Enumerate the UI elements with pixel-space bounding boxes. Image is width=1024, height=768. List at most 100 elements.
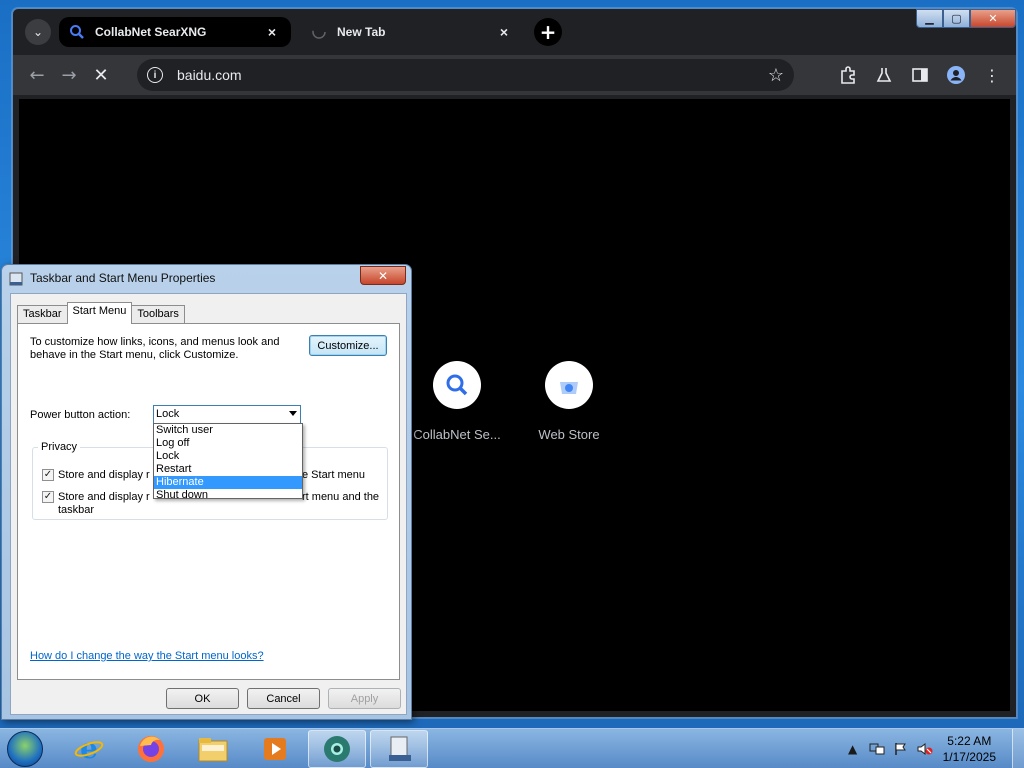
internet-explorer-icon: e xyxy=(74,734,104,764)
network-icon[interactable] xyxy=(867,741,887,757)
privacy-option-2-text-end: rt menu and the xyxy=(302,491,380,503)
forward-button[interactable]: → xyxy=(53,59,85,91)
close-icon: ✕ xyxy=(93,64,109,86)
start-menu-panel: To customize how links, icons, and menus… xyxy=(17,323,400,680)
loading-icon xyxy=(311,24,327,40)
stop-button[interactable]: ✕ xyxy=(85,59,117,91)
arrow-right-icon: → xyxy=(61,64,77,86)
kebab-menu-icon[interactable]: ⋮ xyxy=(976,59,1008,91)
arrow-left-icon: ← xyxy=(29,64,45,86)
star-icon[interactable]: ☆ xyxy=(768,65,784,86)
minimize-button[interactable]: ▁ xyxy=(916,9,943,28)
ok-button[interactable]: OK xyxy=(166,688,239,709)
tab-close-icon[interactable]: × xyxy=(495,24,513,40)
dialog-title: Taskbar and Start Menu Properties xyxy=(30,271,216,285)
tab-close-icon[interactable]: × xyxy=(263,24,281,40)
tab-start-menu[interactable]: Start Menu xyxy=(66,302,133,324)
toolbar-actions: ⋮ xyxy=(832,59,1008,91)
dropdown-arrow-icon[interactable] xyxy=(289,411,297,416)
option-switch-user[interactable]: Switch user xyxy=(154,424,302,437)
back-button[interactable]: ← xyxy=(21,59,53,91)
privacy-option-2-text-line-2: taskbar xyxy=(58,504,95,516)
clock-time: 5:22 AM xyxy=(947,734,992,748)
apply-button[interactable]: Apply xyxy=(328,688,401,709)
search-icon xyxy=(433,361,481,409)
url-text: baidu.com xyxy=(177,67,242,83)
desktop: ⌄ CollabNet SearXNG × New Tab × + ▁ ▢ ✕ … xyxy=(0,0,1024,728)
media-player-icon xyxy=(264,738,286,760)
tab-new-tab[interactable]: New Tab × xyxy=(301,17,523,47)
window-controls: ▁ ▢ ✕ xyxy=(916,9,1016,28)
extensions-icon[interactable] xyxy=(832,59,864,91)
firefox-icon xyxy=(138,736,164,762)
clock-date: 1/17/2025 xyxy=(942,750,996,764)
privacy-group-label: Privacy xyxy=(38,441,81,454)
option-restart[interactable]: Restart xyxy=(154,463,302,476)
shortcut-label: Web Store xyxy=(538,427,600,442)
tab-strip: ⌄ CollabNet SearXNG × New Tab × + ▁ ▢ ✕ xyxy=(13,9,1016,55)
start-button[interactable] xyxy=(4,729,46,768)
privacy-option-1-text: Store and display r xyxy=(58,469,150,481)
svg-text:e: e xyxy=(80,734,98,764)
web-store-icon xyxy=(545,361,593,409)
power-options-list: Switch user Log off Lock Restart Hiberna… xyxy=(153,423,303,502)
tab-taskbar[interactable]: Taskbar xyxy=(17,305,68,323)
chevron-down-icon: ⌄ xyxy=(32,25,44,39)
control-panel-icon xyxy=(389,736,411,761)
chrome-browser-icon xyxy=(324,736,350,762)
tab-toolbars[interactable]: Toolbars xyxy=(131,305,185,323)
close-button[interactable]: ✕ xyxy=(970,9,1016,28)
option-hibernate[interactable]: Hibernate xyxy=(154,476,302,489)
help-link[interactable]: How do I change the way the Start menu l… xyxy=(30,650,264,662)
option-shut-down[interactable]: Shut down xyxy=(154,489,302,502)
browser-toolbar: ← → ✕ i baidu.com ☆ ⋮ xyxy=(13,55,1016,95)
info-icon[interactable]: i xyxy=(147,67,163,83)
address-bar[interactable]: i baidu.com ☆ xyxy=(137,59,794,91)
privacy-checkbox-2[interactable]: ✓ xyxy=(42,491,54,503)
customize-button[interactable]: Customize... xyxy=(309,335,387,356)
privacy-checkbox-1[interactable]: ✓ xyxy=(42,469,54,481)
search-icon xyxy=(69,24,85,40)
new-tab-button[interactable]: + xyxy=(534,18,562,46)
shortcut-web-store[interactable]: Web Store xyxy=(519,361,619,442)
taskbar: e ▲ 5:22 AM 1/17/2025 xyxy=(0,728,1024,768)
tab-title: CollabNet SearXNG xyxy=(95,25,207,39)
privacy-option-1-text-end: e Start menu xyxy=(302,469,365,481)
taskbar-item-firefox[interactable] xyxy=(122,730,180,768)
tab-title: New Tab xyxy=(337,25,386,39)
selected-value: Lock xyxy=(156,408,180,420)
power-button-select[interactable]: Lock xyxy=(153,405,301,424)
profile-avatar-icon[interactable] xyxy=(940,59,972,91)
description-line-1: To customize how links, icons, and menus… xyxy=(30,336,280,348)
file-explorer-icon xyxy=(198,738,228,762)
dialog-tabs: Taskbar Start Menu Toolbars xyxy=(17,302,185,324)
option-lock[interactable]: Lock xyxy=(154,450,302,463)
privacy-option-2-text: Store and display r xyxy=(58,491,150,503)
tab-collabnet-searxng[interactable]: CollabNet SearXNG × xyxy=(59,17,291,47)
taskbar-item-ie[interactable]: e xyxy=(60,730,118,768)
taskbar-item-explorer[interactable] xyxy=(184,730,242,768)
clock[interactable]: 5:22 AM 1/17/2025 xyxy=(943,733,996,765)
action-center-flag-icon[interactable] xyxy=(891,741,911,757)
shortcut-collabnet[interactable]: CollabNet Se... xyxy=(407,361,507,442)
tray-expand-icon[interactable]: ▲ xyxy=(843,741,863,757)
volume-muted-icon[interactable] xyxy=(915,741,935,757)
show-desktop-button[interactable] xyxy=(1012,729,1024,768)
power-button-label: Power button action: xyxy=(30,409,131,421)
taskbar-properties-dialog: Taskbar and Start Menu Properties ✕ Task… xyxy=(1,264,412,720)
taskbar-item-chrome[interactable] xyxy=(308,730,366,768)
description-line-2: behave in the Start menu, click Customiz… xyxy=(30,349,239,361)
taskbar-item-media[interactable] xyxy=(246,730,304,768)
labs-flask-icon[interactable] xyxy=(868,59,900,91)
taskbar-properties-icon xyxy=(9,272,23,286)
cancel-button[interactable]: Cancel xyxy=(247,688,320,709)
side-panel-icon[interactable] xyxy=(904,59,936,91)
option-log-off[interactable]: Log off xyxy=(154,437,302,450)
shortcut-label: CollabNet Se... xyxy=(413,427,501,442)
tab-search-button[interactable]: ⌄ xyxy=(25,19,51,45)
maximize-button[interactable]: ▢ xyxy=(943,9,970,28)
windows-logo-icon xyxy=(7,731,43,767)
taskbar-item-properties[interactable] xyxy=(370,730,428,768)
dialog-close-button[interactable]: ✕ xyxy=(360,266,406,285)
dialog-body: Taskbar Start Menu Toolbars To customize… xyxy=(10,293,407,715)
